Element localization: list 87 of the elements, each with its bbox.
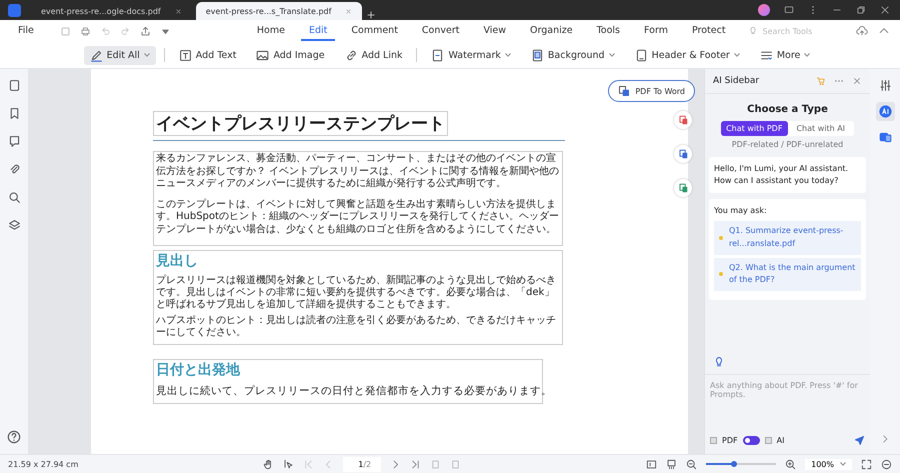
page-size: 21.59 x 27.94 cm xyxy=(8,460,78,468)
share-icon[interactable] xyxy=(140,26,151,36)
page-icon xyxy=(530,48,544,62)
section-heading: 見出し xyxy=(156,252,199,270)
bulb-icon[interactable] xyxy=(713,356,725,368)
convert-excel-button[interactable] xyxy=(674,179,692,197)
suggested-question[interactable]: Q2. What is the main argument of the PDF? xyxy=(714,258,861,292)
caret-icon xyxy=(840,462,846,466)
greeting-message: Hello, I'm Lumi, your AI assistant. How can I assistant you today? xyxy=(709,157,866,193)
paragraph: このテンプレートは、イベントに対して興奮と話題を生み出す素晴らしい方法を提供します。HubSpotのヒント：組織のヘッダーにプレスリリースを発行してください。ヘッダーテンプレートがない場合は、少なくとも組織のロゴと住所を含めるようにしてください。 xyxy=(156,198,560,236)
link-icon xyxy=(344,48,358,62)
search-field[interactable]: Search Tools xyxy=(748,26,835,36)
pencil-icon xyxy=(90,48,103,62)
mode-label: AI xyxy=(776,436,784,445)
restore-icon[interactable] xyxy=(856,5,866,15)
checkbox[interactable] xyxy=(764,437,772,444)
select-icon[interactable] xyxy=(283,458,294,470)
menu-tab[interactable]: Organize xyxy=(522,22,581,40)
document-tab[interactable]: event-press-re...s_Translate.pdf xyxy=(196,2,362,20)
toolbar-button[interactable]: Edit All xyxy=(84,46,156,64)
document-title: イベントプレスリリーステンプレート xyxy=(153,111,448,136)
zoom-dropdown[interactable]: 100% xyxy=(805,458,852,470)
file-menu[interactable]: File xyxy=(10,22,42,40)
last-page-icon[interactable] xyxy=(410,458,422,470)
hint-text: ハブスポットのヒント：見出しは読者の注意を引く必要があるため、できるだけキャッチーにしてください。 xyxy=(156,315,557,339)
image-icon xyxy=(256,48,270,62)
convert-icon xyxy=(618,85,630,97)
document-tab[interactable]: event-press-re...ogle-docs.pdf xyxy=(31,2,192,20)
zoom-out-icon[interactable] xyxy=(686,458,698,470)
print-icon[interactable] xyxy=(80,26,91,36)
search-icon[interactable] xyxy=(8,191,20,204)
page-icon xyxy=(634,48,648,62)
toolbar-button[interactable]: Add Image xyxy=(250,46,331,64)
toolbar-button[interactable]: More xyxy=(754,46,816,64)
pdf-to-word-button[interactable]: PDF To Word xyxy=(608,80,695,102)
help-icon[interactable] xyxy=(7,430,21,444)
toolbar-button[interactable]: Add Link xyxy=(338,46,408,64)
plus-icon[interactable] xyxy=(366,10,376,20)
suggested-question[interactable]: Q1. Summarize event-press-rel...ranslate.pdf xyxy=(714,221,861,255)
section-heading: Choose a Type xyxy=(746,104,829,115)
cloud-upload-icon[interactable] xyxy=(856,25,868,37)
text-box-icon xyxy=(178,48,192,62)
paragraph: プレスリリースは報道機関を対象としているため、新聞記事のような見出しで始めるべきです。見出しはイベントの非常に短い要約を提供するべきです。必要な場合は、「dek」と呼ばれるサブ見出しを追加して詳細を提供することもできます。 xyxy=(156,275,557,311)
toolbar-button[interactable]: Background xyxy=(524,46,621,64)
convert-word-button[interactable] xyxy=(674,145,692,163)
menu-tab[interactable]: Home xyxy=(248,22,293,40)
minus-circle-icon[interactable] xyxy=(881,458,892,470)
toolbar-button[interactable]: Header & Footer xyxy=(628,46,746,64)
mode-label: PDF xyxy=(722,436,738,445)
page-icon xyxy=(431,48,444,62)
menu-tab[interactable]: View xyxy=(476,22,514,40)
sliders-icon[interactable] xyxy=(878,79,892,92)
type-hint: PDF-related / PDF-unrelated xyxy=(730,140,844,149)
menu-tab[interactable]: Protect xyxy=(684,22,734,40)
bookmark-icon[interactable] xyxy=(8,107,20,120)
suggestions-heading: You may ask: xyxy=(714,205,768,217)
chat-input[interactable]: Ask anything about PDF. Press '#' for Prompts. xyxy=(705,374,870,431)
checkbox[interactable] xyxy=(710,437,717,444)
paragraph: 見出しに続いて、プレスリリースの日付と発信都市を入力する必要があります。 xyxy=(156,384,552,398)
menu-tab[interactable]: Comment xyxy=(343,22,406,40)
layers-icon[interactable] xyxy=(8,219,20,232)
comment-icon[interactable] xyxy=(8,135,20,148)
page-icon[interactable] xyxy=(8,79,20,92)
bulb-icon xyxy=(748,26,758,36)
menu-tab[interactable]: Tools xyxy=(588,22,628,40)
close-icon[interactable] xyxy=(174,8,182,14)
close-icon[interactable] xyxy=(880,5,890,15)
send-icon[interactable] xyxy=(854,435,865,446)
avatar[interactable] xyxy=(758,4,770,16)
more-lines-icon xyxy=(760,48,773,62)
ai-icon[interactable] xyxy=(878,105,892,118)
section-heading: 日付と出発地 xyxy=(156,361,241,379)
paragraph: 来るカンファレンス、募金活動、パーティー、コンサート、またはその他のイベントの宣伝方法をお探しですか？ イベントプレスリリースは、イベントに関する情報を新聞や他のニュースメディアのメンバーに提供するために組織が発行する公式声明です。 xyxy=(156,153,560,190)
toolbar-button[interactable]: Watermark xyxy=(425,46,517,64)
mode-toggle[interactable] xyxy=(742,436,760,445)
scroll-mode-icon[interactable] xyxy=(666,458,678,470)
sidebar-title: AI Sidebar xyxy=(713,76,760,86)
close-icon[interactable] xyxy=(852,76,862,86)
page-layout-icon[interactable] xyxy=(646,458,658,470)
menu-tab[interactable]: Form xyxy=(636,22,676,40)
page-total: /2 xyxy=(363,460,372,468)
menu-tab[interactable]: Convert xyxy=(414,22,468,40)
fullscreen-icon[interactable] xyxy=(861,458,872,470)
toolbar-button[interactable]: Add Text xyxy=(172,46,242,64)
chat-type-option[interactable]: Chat with PDF xyxy=(721,121,788,136)
app-logo-icon xyxy=(8,4,21,16)
zoom-in-icon[interactable] xyxy=(785,458,796,470)
